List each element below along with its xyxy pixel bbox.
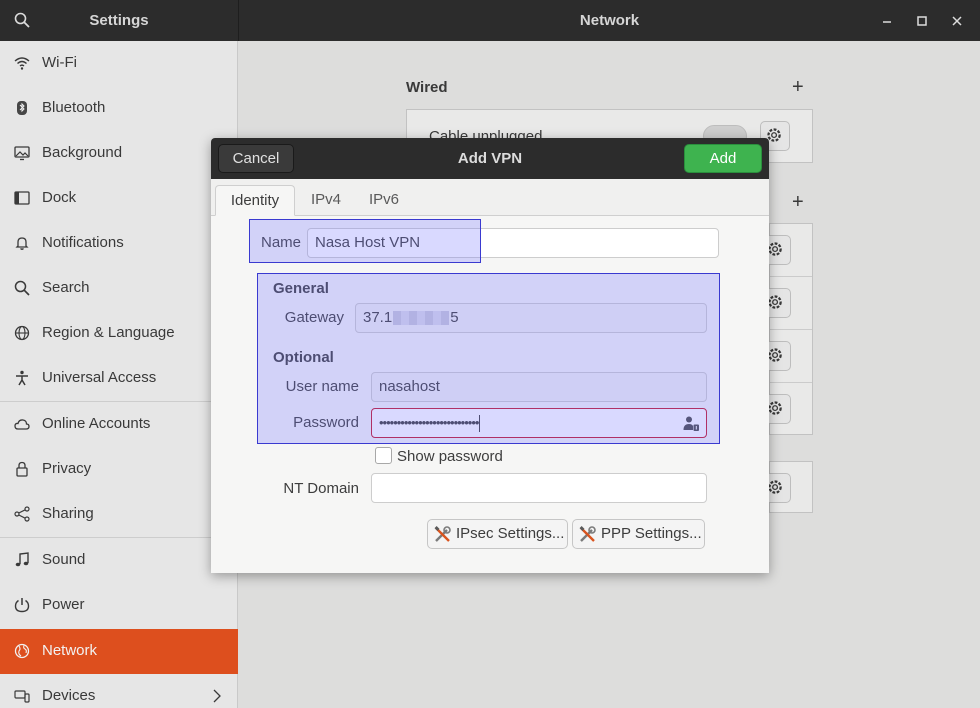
add-button[interactable]: Add <box>684 144 762 173</box>
page-title: Network <box>579 12 640 29</box>
tab-identity[interactable]: Identity <box>215 185 295 216</box>
add-vpn-dialog: Cancel Add VPN Add Identity IPv4 IPv6 Na… <box>211 138 769 573</box>
header-bar: Settings Network <box>0 0 980 41</box>
highlight-credentials-region <box>257 273 720 444</box>
show-password-checkbox[interactable] <box>375 447 392 464</box>
ipsec-settings-label: IPsec Settings... <box>456 525 565 542</box>
dialog-tabs: Identity IPv4 IPv6 <box>211 179 769 216</box>
show-password-label[interactable]: Show password <box>397 448 503 465</box>
minimize-icon[interactable] <box>877 11 897 31</box>
dialog-header: Cancel Add VPN Add <box>211 138 769 179</box>
tab-ipv4[interactable]: IPv4 <box>302 185 350 216</box>
tools-icon <box>434 526 451 542</box>
settings-title: Settings <box>89 12 149 29</box>
ppp-settings-button[interactable]: PPP Settings... <box>572 519 705 549</box>
highlight-name-region <box>249 219 481 263</box>
ipsec-settings-button[interactable]: IPsec Settings... <box>427 519 568 549</box>
close-icon[interactable] <box>947 11 967 31</box>
ppp-settings-label: PPP Settings... <box>601 525 702 542</box>
tools-icon <box>579 526 596 542</box>
maximize-icon[interactable] <box>912 11 932 31</box>
nt-domain-label: NT Domain <box>283 480 359 497</box>
nt-domain-input[interactable] <box>371 473 707 503</box>
tab-ipv6[interactable]: IPv6 <box>361 185 407 216</box>
